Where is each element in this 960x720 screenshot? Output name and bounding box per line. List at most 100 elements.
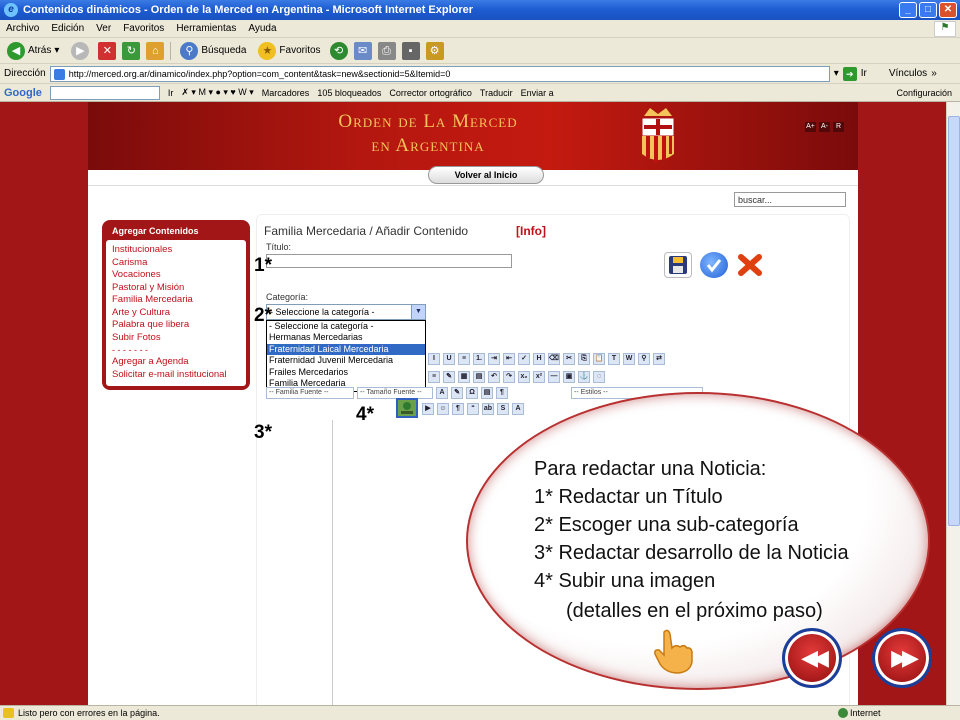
special-char-icon[interactable]: Ω (466, 387, 478, 399)
font-size-select[interactable]: -- Tamaño Fuente -- (357, 387, 433, 399)
category-option[interactable]: Hermanas Mercedarias (267, 332, 425, 343)
media-insert-icon[interactable]: ▶ (422, 403, 434, 415)
numbered-list-icon[interactable]: 1. (473, 353, 485, 365)
settings-button[interactable]: Configuración (896, 88, 952, 98)
chevron-down-icon[interactable]: ▼ (411, 305, 425, 319)
forward-button[interactable]: ▶ (68, 40, 92, 62)
close-window-button[interactable]: ✕ (939, 2, 957, 18)
font-family-select[interactable]: -- Familia Fuente -- (266, 387, 354, 399)
menu-favoritos[interactable]: Favoritos (123, 23, 164, 34)
cut-icon[interactable]: ✂ (563, 353, 575, 365)
links-label[interactable]: Vínculos (889, 68, 927, 79)
spellcheck-icon[interactable]: ✓ (518, 353, 530, 365)
category-select[interactable]: - Seleccione la categoría - ▼ (266, 304, 426, 320)
abbr-icon[interactable]: ab (482, 403, 494, 415)
paste-word-icon[interactable]: W (623, 353, 635, 365)
paste-text-icon[interactable]: T (608, 353, 620, 365)
highlight-icon[interactable]: ✎ (451, 387, 463, 399)
minimize-button[interactable]: _ (899, 2, 917, 18)
menu-archivo[interactable]: Archivo (6, 23, 39, 34)
popup-blocked[interactable]: 105 bloqueados (317, 88, 381, 98)
html-icon[interactable]: H (533, 353, 545, 365)
save-button[interactable] (664, 252, 692, 278)
quote-icon[interactable]: “ (467, 403, 479, 415)
address-dropdown-icon[interactable]: ▾ (834, 68, 839, 79)
image-list-icon[interactable]: ▤ (481, 387, 493, 399)
emoticon-icon[interactable]: ☺ (437, 403, 449, 415)
category-option[interactable]: Frailes Mercedarios (267, 367, 425, 378)
menu-herramientas[interactable]: Herramientas (176, 23, 236, 34)
strike-icon[interactable]: S (497, 403, 509, 415)
info-link[interactable]: [Info] (516, 224, 546, 238)
superscript-icon[interactable]: x² (533, 371, 545, 383)
apply-button[interactable] (700, 252, 728, 278)
find-icon[interactable]: ⚲ (638, 353, 650, 365)
underline-icon[interactable]: U (443, 353, 455, 365)
category-option[interactable]: Fraternidad Juvenil Mercedaria (267, 355, 425, 366)
undo-icon[interactable]: ↶ (488, 371, 500, 383)
edit-css-icon[interactable]: ✎ (443, 371, 455, 383)
google-go[interactable]: Ir (168, 88, 174, 98)
media-icon[interactable]: ▣ (563, 371, 575, 383)
sidebar-item-carisma[interactable]: Carisma (112, 257, 240, 270)
translate-button[interactable]: Traducir (480, 88, 513, 98)
spellcheck-button[interactable]: Corrector ortográfico (389, 88, 472, 98)
maximize-button[interactable]: □ (919, 2, 937, 18)
messenger-icon[interactable]: ⚙ (425, 41, 444, 60)
search-button[interactable]: ⚲ Búsqueda (177, 40, 249, 62)
redo-icon[interactable]: ↷ (503, 371, 515, 383)
title-input[interactable] (266, 254, 512, 268)
category-option-highlighted[interactable]: Fraternidad Laical Mercedaria (267, 343, 425, 356)
sidebar-item-pastoral[interactable]: Pastoral y Misión (112, 282, 240, 295)
sidebar-item-familia[interactable]: Familia Mercedaria (112, 294, 240, 307)
list-icon[interactable]: ≡ (458, 353, 470, 365)
links-chevron-icon[interactable]: » (931, 68, 937, 79)
ltr-icon[interactable]: ¶ (496, 387, 508, 399)
back-button[interactable]: ◀ Atrás ▾ (4, 40, 62, 62)
cleanup-icon[interactable]: ◌ (593, 371, 605, 383)
sidebar-item-fotos[interactable]: Subir Fotos (112, 332, 240, 345)
outdent-icon[interactable]: ⇤ (503, 353, 515, 365)
sidebar-item-arte[interactable]: Arte y Cultura (112, 307, 240, 320)
sidebar-item-agenda[interactable]: Agregar a Agenda (112, 356, 240, 369)
site-search-input[interactable] (734, 192, 846, 207)
sidebar-item-institucionales[interactable]: Institucionales (112, 244, 240, 257)
table-icon[interactable]: ▦ (458, 371, 470, 383)
print-icon[interactable]: ⎙ (377, 41, 396, 60)
menu-ayuda[interactable]: Ayuda (248, 23, 276, 34)
cancel-button[interactable] (736, 252, 764, 278)
pagebreak-icon[interactable]: ¶ (452, 403, 464, 415)
hr-icon[interactable]: — (548, 371, 560, 383)
sidebar-item-palabra[interactable]: Palabra que libera (112, 319, 240, 332)
chevron-down-icon[interactable]: ▾ (54, 45, 59, 56)
clean-icon[interactable]: ⌫ (548, 353, 560, 365)
font-decrease-button[interactable]: A- (819, 122, 830, 132)
warning-icon[interactable] (3, 708, 14, 718)
replace-icon[interactable]: ⇄ (653, 353, 665, 365)
menu-ver[interactable]: Ver (96, 23, 111, 34)
sidebar-item-vocaciones[interactable]: Vocaciones (112, 269, 240, 282)
sidebar-item-email[interactable]: Solicitar e-mail institucional (112, 369, 240, 382)
insert-image-button[interactable] (396, 398, 418, 418)
refresh-icon[interactable]: ↻ (122, 41, 141, 60)
google-tools-icons[interactable]: ✗ ▾ M ▾ ● ▾ ♥ W ▾ (181, 87, 253, 98)
menu-edicion[interactable]: Edición (51, 23, 84, 34)
page-scrollbar[interactable] (946, 102, 960, 705)
align-justify-icon[interactable]: ≡ (428, 371, 440, 383)
favorites-button[interactable]: ★ Favoritos (255, 40, 323, 62)
stop-icon[interactable]: ✕ (98, 41, 117, 60)
edit-icon[interactable]: ▪ (401, 41, 420, 60)
font-reset-button[interactable]: R (833, 122, 844, 132)
copy-icon[interactable]: ⎘ (578, 353, 590, 365)
address-input[interactable]: http://merced.org.ar/dinamico/index.php?… (49, 65, 830, 82)
send-to-button[interactable]: Enviar a (521, 88, 554, 98)
back-home-button[interactable]: Volver al Inicio (428, 166, 544, 184)
google-search-input[interactable] (49, 85, 160, 100)
next-slide-button[interactable]: ▶▶ (872, 628, 932, 688)
attr-icon[interactable]: A (512, 403, 524, 415)
italic-icon[interactable]: I (428, 353, 440, 365)
scrollbar-thumb[interactable] (948, 116, 960, 526)
anchor-icon[interactable]: ⚓ (578, 371, 590, 383)
paste-icon[interactable]: 📋 (593, 353, 605, 365)
indent-icon[interactable]: ⇥ (488, 353, 500, 365)
